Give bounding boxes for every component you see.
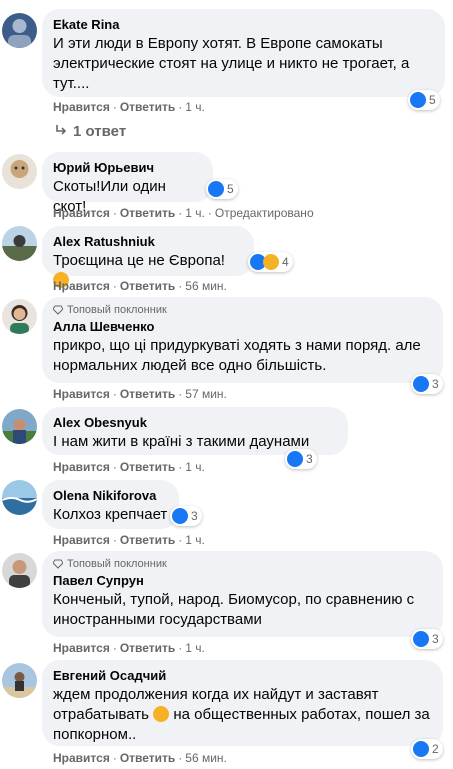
timestamp[interactable]: 1 ч. — [185, 460, 205, 474]
comment-bubble: Alex Ratushniuk Троєщина це не Європа! — [42, 226, 254, 288]
comment-actions: Нравится · Ответить · 56 мин. — [53, 751, 227, 765]
comment-author[interactable]: Алла Шевченко — [53, 318, 432, 336]
reaction-count: 4 — [282, 255, 289, 269]
timestamp[interactable]: 1 ч. — [185, 206, 205, 220]
comment-actions: Нравится · Ответить · 56 мин. — [53, 279, 227, 293]
like-icon — [413, 741, 429, 757]
like-icon — [413, 376, 429, 392]
avatar[interactable] — [2, 154, 37, 189]
comment-bubble: Юрий Юрьевич Скоты!Или один скот! — [42, 152, 213, 215]
timestamp[interactable]: 57 мин. — [185, 387, 227, 401]
diamond-icon — [53, 559, 63, 569]
top-fan-badge[interactable]: Топовый поклонник — [53, 558, 432, 570]
comment-bubble: Alex Obesnyuk І нам жити в країні з таки… — [42, 407, 348, 455]
comment-text: И эти люди в Европу хотят. В Европе само… — [53, 35, 410, 92]
like-button[interactable]: Нравится — [53, 206, 110, 220]
comment-bubble: Топовый поклонник Павел Супрун Конченый,… — [42, 551, 443, 637]
reply-button[interactable]: Ответить — [120, 641, 175, 655]
like-button[interactable]: Нравится — [53, 387, 110, 401]
comment-text: Колхоз крепчает — [53, 506, 168, 523]
comment-bubble: Ekate Rina И эти люди в Европу хотят. В … — [42, 9, 445, 97]
avatar[interactable] — [2, 480, 37, 515]
comment-actions: Нравится · Ответить · 1 ч. — [53, 100, 205, 114]
reaction-count: 3 — [432, 377, 439, 391]
like-button[interactable]: Нравится — [53, 751, 110, 765]
reply-button[interactable]: Ответить — [120, 206, 175, 220]
comment-author[interactable]: Юрий Юрьевич — [53, 159, 202, 177]
comment-author[interactable]: Евгений Осадчий — [53, 667, 432, 685]
reaction-summary[interactable]: 3 — [411, 374, 443, 394]
like-icon — [172, 508, 188, 524]
timestamp[interactable]: 1 ч. — [185, 641, 205, 655]
comment-actions: Нравится · Ответить · 57 мин. — [53, 387, 227, 401]
smile-emoji-icon — [153, 706, 170, 722]
comment-actions: Нравится · Ответить · 1 ч. — [53, 641, 205, 655]
like-button[interactable]: Нравится — [53, 533, 110, 547]
comment-text: ждем продолжения когда их найдут и заста… — [53, 686, 430, 743]
comment-author[interactable]: Olena Nikiforova — [53, 487, 168, 505]
timestamp[interactable]: 1 ч. — [185, 533, 205, 547]
comment-text: Конченый, тупой, народ. Биомусор, по сра… — [53, 591, 415, 628]
reply-button[interactable]: Ответить — [120, 460, 175, 474]
like-button[interactable]: Нравится — [53, 641, 110, 655]
avatar[interactable] — [2, 409, 37, 444]
timestamp[interactable]: 1 ч. — [185, 100, 205, 114]
comment-author[interactable]: Alex Ratushniuk — [53, 233, 243, 251]
reply-arrow-icon — [55, 123, 67, 140]
reply-button[interactable]: Ответить — [120, 279, 175, 293]
reply-button[interactable]: Ответить — [120, 100, 175, 114]
reaction-count: 3 — [306, 452, 313, 466]
avatar[interactable] — [2, 553, 37, 588]
comment-actions: Нравится · Ответить · 1 ч. — [53, 460, 205, 474]
timestamp[interactable]: 56 мин. — [185, 751, 227, 765]
comment-author[interactable]: Павел Супрун — [53, 572, 432, 590]
like-button[interactable]: Нравится — [53, 100, 110, 114]
like-icon — [287, 451, 303, 467]
avatar[interactable] — [2, 13, 37, 48]
diamond-icon — [53, 305, 63, 315]
reaction-summary[interactable]: 3 — [411, 629, 443, 649]
comment-actions: Нравится · Ответить · 1 ч. — [53, 533, 205, 547]
reaction-summary[interactable]: 5 — [206, 179, 238, 199]
avatar[interactable] — [2, 299, 37, 334]
comment-author[interactable]: Ekate Rina — [53, 16, 434, 34]
reply-button[interactable]: Ответить — [120, 533, 175, 547]
like-icon — [410, 92, 426, 108]
replies-count[interactable]: 1 ответ — [73, 123, 126, 140]
reply-button[interactable]: Ответить — [120, 751, 175, 765]
top-fan-badge[interactable]: Топовый поклонник — [53, 304, 432, 316]
reaction-count: 3 — [191, 509, 198, 523]
comment-bubble: Евгений Осадчий ждем продолжения когда и… — [42, 660, 443, 746]
like-icon — [208, 181, 224, 197]
reaction-count: 5 — [227, 182, 234, 196]
reply-button[interactable]: Ответить — [120, 387, 175, 401]
timestamp[interactable]: 56 мин. — [185, 279, 227, 293]
reaction-count: 3 — [432, 632, 439, 646]
haha-icon — [263, 254, 279, 270]
comment-bubble: Топовый поклонник Алла Шевченко прикро, … — [42, 297, 443, 383]
comment-actions: Нравится · Ответить · 1 ч. · Отредактировано — [53, 206, 314, 220]
reaction-summary[interactable]: 3 — [170, 506, 202, 526]
edited-label[interactable]: Отредактировано — [215, 206, 314, 220]
comment-author[interactable]: Alex Obesnyuk — [53, 414, 337, 432]
reaction-summary[interactable]: 4 — [248, 252, 293, 272]
reaction-summary[interactable]: 5 — [408, 90, 440, 110]
reaction-summary[interactable]: 3 — [285, 449, 317, 469]
like-button[interactable]: Нравится — [53, 279, 110, 293]
reaction-count: 2 — [432, 742, 439, 756]
comment-text: прикро, що ці придуркуваті ходять з нами… — [53, 337, 421, 374]
like-icon — [413, 631, 429, 647]
like-button[interactable]: Нравится — [53, 460, 110, 474]
view-replies-link[interactable]: 1 ответ — [55, 123, 126, 140]
avatar[interactable] — [2, 663, 37, 698]
reaction-count: 5 — [429, 93, 436, 107]
reaction-summary[interactable]: 2 — [411, 739, 443, 759]
comment-bubble: Olena Nikiforova Колхоз крепчает — [42, 480, 179, 529]
avatar[interactable] — [2, 226, 37, 261]
